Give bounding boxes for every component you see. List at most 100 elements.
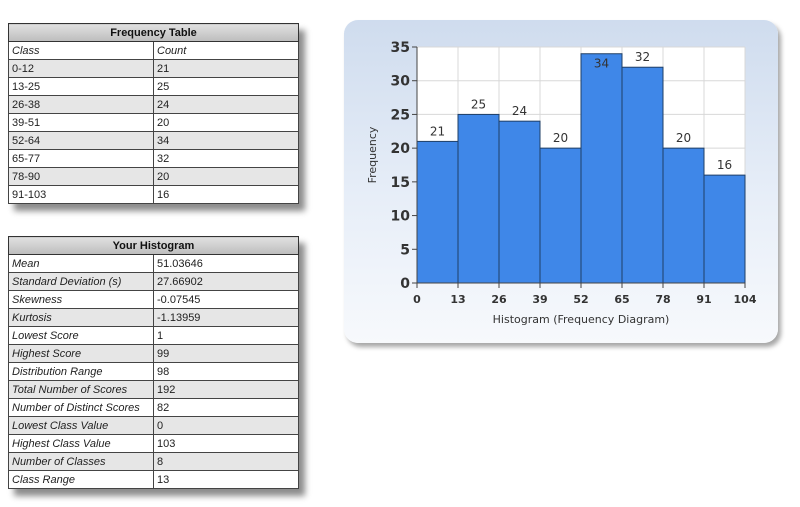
row-label: Highest Score — [8, 344, 154, 363]
row-label: Class Range — [8, 470, 154, 489]
row-label: 78-90 — [8, 167, 154, 186]
table-header-row: Class Count — [8, 41, 299, 60]
row-value: 20 — [153, 167, 299, 186]
row-label: Number of Classes — [8, 452, 154, 471]
x-axis-title: Histogram (Frequency Diagram) — [493, 313, 670, 326]
row-value: 103 — [153, 434, 299, 453]
bar — [539, 147, 582, 284]
table-row: Highest Score 99 — [8, 344, 299, 363]
row-label: Highest Class Value — [8, 434, 154, 453]
row-value: 98 — [153, 362, 299, 381]
y-tick-label: 5 — [400, 242, 410, 258]
table-row: Skewness -0.07545 — [8, 290, 299, 309]
y-tick-label: 25 — [391, 107, 410, 123]
row-label: Lowest Score — [8, 326, 154, 345]
x-tick-label: 104 — [734, 293, 757, 306]
row-value: 1 — [153, 326, 299, 345]
table-row: 91-103 16 — [8, 185, 299, 204]
row-label: 39-51 — [8, 113, 154, 132]
column-header-count: Count — [153, 41, 299, 60]
bar — [457, 113, 500, 284]
row-value: 25 — [153, 77, 299, 96]
column-header-class: Class — [8, 41, 154, 60]
data-label: 32 — [635, 50, 650, 64]
x-tick-label: 39 — [532, 293, 547, 306]
bar — [580, 53, 623, 284]
row-label: 91-103 — [8, 185, 154, 204]
data-label: 25 — [471, 97, 486, 111]
data-label: 24 — [512, 104, 527, 118]
table-row: 39-51 20 — [8, 113, 299, 132]
row-label: Kurtosis — [8, 308, 154, 327]
row-label: Distribution Range — [8, 362, 154, 381]
row-value: 8 — [153, 452, 299, 471]
table-row: 26-38 24 — [8, 95, 299, 114]
row-value: -1.13959 — [153, 308, 299, 327]
row-value: 192 — [153, 380, 299, 399]
row-value: 13 — [153, 470, 299, 489]
y-axis-title: Frequency — [366, 126, 379, 183]
row-value: 32 — [153, 149, 299, 168]
row-label: Total Number of Scores — [8, 380, 154, 399]
table-row: Distribution Range 98 — [8, 362, 299, 381]
table-row: Lowest Score 1 — [8, 326, 299, 345]
data-label: 20 — [553, 131, 568, 145]
table-row: 52-64 34 — [8, 131, 299, 150]
row-value: 21 — [153, 59, 299, 78]
row-label: Skewness — [8, 290, 154, 309]
data-label: 16 — [717, 158, 732, 172]
bar — [621, 66, 664, 284]
table-row: Total Number of Scores 192 — [8, 380, 299, 399]
table-row: 78-90 20 — [8, 167, 299, 186]
table-row: Number of Distinct Scores 82 — [8, 398, 299, 417]
x-tick-label: 13 — [450, 293, 465, 306]
row-value: 0 — [153, 416, 299, 435]
row-label: Standard Deviation (s) — [8, 272, 154, 291]
table-row: Number of Classes 8 — [8, 452, 299, 471]
x-tick-label: 91 — [696, 293, 711, 306]
row-label: 65-77 — [8, 149, 154, 168]
table-row: Mean 51.03646 — [8, 254, 299, 273]
y-tick-label: 15 — [391, 175, 410, 191]
x-tick-label: 65 — [614, 293, 629, 306]
data-label: 20 — [676, 131, 691, 145]
row-value: -0.07545 — [153, 290, 299, 309]
histogram-chart-panel: 21 25 24 20 34 32 20 16 0 5 10 15 20 25 30 35 0 13 26 39 52 6… — [344, 20, 778, 343]
x-tick-label: 0 — [413, 293, 421, 306]
row-value: 34 — [153, 131, 299, 150]
table-row: 0-12 21 — [8, 59, 299, 78]
bar — [416, 140, 459, 284]
frequency-table: Frequency Table Class Count 0-12 21 13-25 25 2… — [8, 23, 299, 204]
row-label: Number of Distinct Scores — [8, 398, 154, 417]
row-value: 24 — [153, 95, 299, 114]
table-row: Standard Deviation (s) 27.66902 — [8, 272, 299, 291]
row-value: 20 — [153, 113, 299, 132]
y-tick-label: 0 — [400, 276, 410, 292]
histogram-chart: 21 25 24 20 34 32 20 16 0 5 10 15 20 25 30 35 0 13 26 39 52 6… — [366, 40, 757, 326]
table-row: Highest Class Value 103 — [8, 434, 299, 453]
row-value: 16 — [153, 185, 299, 204]
row-label: 0-12 — [8, 59, 154, 78]
y-tick-label: 35 — [391, 40, 410, 56]
bar — [662, 147, 705, 284]
table-row: Class Range 13 — [8, 470, 299, 489]
row-label: 13-25 — [8, 77, 154, 96]
stats-table-title: Your Histogram — [8, 236, 299, 255]
row-value: 99 — [153, 344, 299, 363]
table-row: Lowest Class Value 0 — [8, 416, 299, 435]
bar — [703, 174, 746, 284]
row-label: 26-38 — [8, 95, 154, 114]
y-tick-label: 30 — [391, 74, 411, 90]
row-label: Mean — [8, 254, 154, 273]
histogram-stats-table: Your Histogram Mean 51.03646 Standard Devi… — [8, 236, 299, 489]
data-label: 34 — [594, 57, 609, 71]
x-tick-label: 78 — [655, 293, 670, 306]
row-label: Lowest Class Value — [8, 416, 154, 435]
x-tick-label: 52 — [573, 293, 588, 306]
table-row: Kurtosis -1.13959 — [8, 308, 299, 327]
data-label: 21 — [430, 124, 445, 138]
frequency-table-title: Frequency Table — [8, 23, 299, 42]
row-value: 51.03646 — [153, 254, 299, 273]
y-tick-label: 20 — [391, 141, 411, 157]
bar — [498, 120, 541, 284]
